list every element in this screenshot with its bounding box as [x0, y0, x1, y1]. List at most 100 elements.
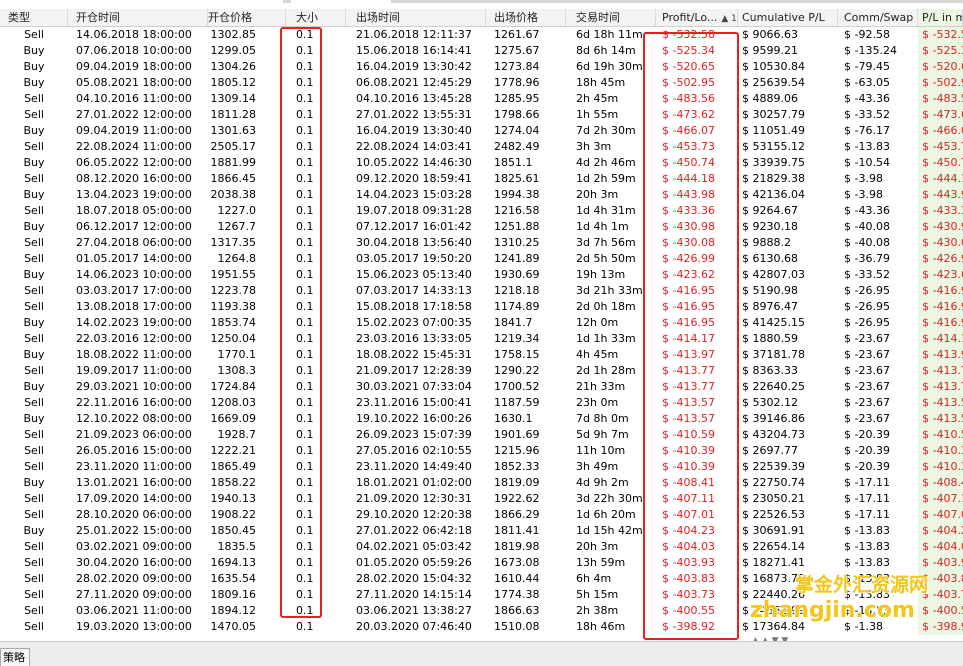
- cell-profit: $ -398.92: [662, 620, 715, 633]
- cell-close-time: 04.10.2016 13:45:28: [356, 92, 472, 105]
- column-header-label: 类型: [8, 11, 30, 24]
- cell-type: Sell: [24, 460, 44, 473]
- table-row[interactable]: Buy 05.08.2021 18:00:00 1805.12 0.1 06.08.20…: [0, 75, 963, 91]
- column-header-open-price[interactable]: 开仓价格: [208, 9, 286, 26]
- cell-open-time: 27.11.2020 09:00:00: [76, 588, 192, 601]
- table-row[interactable]: Sell 21.09.2023 06:00:00 1928.7 0.1 26.09.20…: [0, 427, 963, 443]
- cell-comm: $ -26.95: [844, 284, 890, 297]
- column-header-profit[interactable]: Profit/Lo... ▲ 1: [656, 9, 738, 26]
- cell-open-price: 1309.14: [210, 92, 257, 105]
- cell-cum: $ 5302.12: [742, 396, 798, 409]
- cell-close-time: 09.12.2020 18:59:41: [356, 172, 472, 185]
- cell-duration: 5d 9h 7m: [576, 428, 629, 441]
- cell-profit: $ -426.99: [662, 252, 715, 265]
- cell-size: 0.1: [296, 620, 314, 633]
- column-header-duration[interactable]: 交易时间: [566, 9, 656, 26]
- table-row[interactable]: Sell 08.12.2020 16:00:00 1866.45 0.1 09.12.2…: [0, 171, 963, 187]
- cell-plm: $ -410.5: [918, 427, 963, 443]
- cell-open-time: 04.10.2016 11:00:00: [76, 92, 192, 105]
- table-row[interactable]: Buy 18.08.2022 11:00:00 1770.1 0.1 18.08.202…: [0, 347, 963, 363]
- cell-open-price: 1866.45: [210, 172, 257, 185]
- table-row[interactable]: Sell 30.04.2020 16:00:00 1694.13 0.1 01.05.2…: [0, 555, 963, 571]
- cell-cum: $ 53155.12: [742, 140, 805, 153]
- table-row[interactable]: Buy 25.01.2022 15:00:00 1850.45 0.1 27.01.20…: [0, 523, 963, 539]
- table-row[interactable]: Buy 09.04.2019 11:00:00 1301.63 0.1 16.04.20…: [0, 123, 963, 139]
- cell-open-price: 1208.03: [210, 396, 257, 409]
- column-header-open-time[interactable]: 开仓时间: [68, 9, 208, 26]
- column-header-size[interactable]: 大小: [286, 9, 346, 26]
- table-row[interactable]: Sell 23.11.2020 11:00:00 1865.49 0.1 23.11.2…: [0, 459, 963, 475]
- table-row[interactable]: Sell 03.02.2021 09:00:00 1835.5 0.1 04.02.20…: [0, 539, 963, 555]
- column-header-type[interactable]: 类型: [0, 9, 68, 26]
- table-row[interactable]: Sell 13.08.2018 17:00:00 1193.38 0.1 15.08.2…: [0, 299, 963, 315]
- table-row[interactable]: Sell 17.09.2020 14:00:00 1940.13 0.1 21.09.2…: [0, 491, 963, 507]
- table-row[interactable]: Buy 07.06.2018 10:00:00 1299.05 0.1 15.06.20…: [0, 43, 963, 59]
- cell-type: Sell: [24, 92, 44, 105]
- cell-comm: $ -33.52: [844, 268, 890, 281]
- cell-cum: $ 21829.38: [742, 172, 805, 185]
- cell-cum: $ 22654.14: [742, 540, 805, 553]
- cell-cum: $ 9230.18: [742, 220, 798, 233]
- table-row[interactable]: Sell 22.03.2016 12:00:00 1250.04 0.1 23.03.2…: [0, 331, 963, 347]
- table-row[interactable]: Buy 29.03.2021 10:00:00 1724.84 0.1 30.03.20…: [0, 379, 963, 395]
- cell-cum: $ 9888.2: [742, 236, 791, 249]
- table-row[interactable]: Buy 09.04.2019 18:00:00 1304.26 0.1 16.04.20…: [0, 59, 963, 75]
- cell-size: 0.1: [296, 380, 314, 393]
- cell-close-price: 1994.38: [494, 188, 540, 201]
- cell-open-price: 1267.7: [217, 220, 257, 233]
- top-tab[interactable]: [291, 0, 391, 3]
- sort-ascending-icon[interactable]: ▲ 1: [721, 14, 737, 24]
- cell-duration: 2d 5h 50m: [576, 252, 636, 265]
- table-row[interactable]: Sell 22.11.2016 16:00:00 1208.03 0.1 23.11.2…: [0, 395, 963, 411]
- cell-profit: $ -413.57: [662, 396, 715, 409]
- table-row[interactable]: Sell 04.10.2016 11:00:00 1309.14 0.1 04.10.2…: [0, 91, 963, 107]
- cell-close-time: 15.08.2018 17:18:58: [356, 300, 472, 313]
- cell-close-time: 23.03.2016 13:33:05: [356, 332, 472, 345]
- table-row[interactable]: Buy 12.10.2022 08:00:00 1669.09 0.1 19.10.20…: [0, 411, 963, 427]
- cell-plm: $ -502.9: [918, 75, 963, 91]
- table-row[interactable]: Buy 13.01.2021 16:00:00 1858.22 0.1 18.01.20…: [0, 475, 963, 491]
- column-header-comm[interactable]: Comm/Swap: [838, 9, 918, 26]
- top-tab[interactable]: [0, 0, 283, 3]
- table-row[interactable]: Buy 14.06.2023 10:00:00 1951.55 0.1 15.06.20…: [0, 267, 963, 283]
- table-row[interactable]: Sell 27.04.2018 06:00:00 1317.35 0.1 30.04.2…: [0, 235, 963, 251]
- table-row[interactable]: Sell 03.03.2017 17:00:00 1223.78 0.1 07.03.2…: [0, 283, 963, 299]
- cell-close-price: 1758.15: [494, 348, 540, 361]
- cell-profit: $ -443.98: [662, 188, 715, 201]
- cell-cum: $ 30691.91: [742, 524, 805, 537]
- cell-size: 0.1: [296, 348, 314, 361]
- table-row[interactable]: Buy 14.02.2023 19:00:00 1853.74 0.1 15.02.20…: [0, 315, 963, 331]
- table-row[interactable]: Buy 06.05.2022 12:00:00 1881.99 0.1 10.05.20…: [0, 155, 963, 171]
- strategy-tab[interactable]: 策略: [0, 648, 30, 666]
- cell-close-time: 01.05.2020 05:59:26: [356, 556, 472, 569]
- table-row[interactable]: Sell 19.09.2017 11:00:00 1308.3 0.1 21.09.20…: [0, 363, 963, 379]
- column-header-cum[interactable]: Cumulative P/L: [738, 9, 838, 26]
- table-row[interactable]: Sell 18.07.2018 05:00:00 1227.0 0.1 19.07.20…: [0, 203, 963, 219]
- column-header-close-time[interactable]: 出场时间: [346, 9, 486, 26]
- cell-close-time: 21.09.2020 12:30:31: [356, 492, 472, 505]
- table-row[interactable]: Sell 01.05.2017 14:00:00 1264.8 0.1 03.05.20…: [0, 251, 963, 267]
- cell-open-price: 1635.54: [210, 572, 257, 585]
- table-row[interactable]: Buy 06.12.2017 12:00:00 1267.7 0.1 07.12.201…: [0, 219, 963, 235]
- table-row[interactable]: Buy 13.04.2023 19:00:00 2038.38 0.1 14.04.20…: [0, 187, 963, 203]
- table-row[interactable]: Sell 14.06.2018 18:00:00 1302.85 0.1 21.06.2…: [0, 27, 963, 43]
- cell-close-price: 2482.49: [494, 140, 540, 153]
- column-header-close-price[interactable]: 出场价格: [486, 9, 566, 26]
- table-row[interactable]: Sell 28.10.2020 06:00:00 1908.22 0.1 29.10.2…: [0, 507, 963, 523]
- cell-open-time: 01.05.2017 14:00:00: [76, 252, 192, 265]
- cell-comm: $ -23.67: [844, 364, 890, 377]
- cell-close-price: 1673.08: [494, 556, 540, 569]
- cell-duration: 3d 7h 56m: [576, 236, 636, 249]
- cell-open-time: 03.02.2021 09:00:00: [76, 540, 192, 553]
- cell-size: 0.1: [296, 156, 314, 169]
- cell-open-price: 1299.05: [210, 44, 257, 57]
- table-row[interactable]: Sell 27.01.2022 12:00:00 1811.28 0.1 27.01.2…: [0, 107, 963, 123]
- cell-open-time: 03.06.2021 11:00:00: [76, 604, 192, 617]
- cell-open-time: 21.09.2023 06:00:00: [76, 428, 192, 441]
- cell-type: Sell: [24, 332, 44, 345]
- column-header-plm[interactable]: P/L in mo: [918, 9, 963, 26]
- table-row[interactable]: Sell 26.05.2016 15:00:00 1222.21 0.1 27.05.2…: [0, 443, 963, 459]
- cell-plm: $ -453.7: [918, 139, 963, 155]
- cell-open-time: 26.05.2016 15:00:00: [76, 444, 192, 457]
- table-row[interactable]: Sell 22.08.2024 11:00:00 2505.17 0.1 22.08.2…: [0, 139, 963, 155]
